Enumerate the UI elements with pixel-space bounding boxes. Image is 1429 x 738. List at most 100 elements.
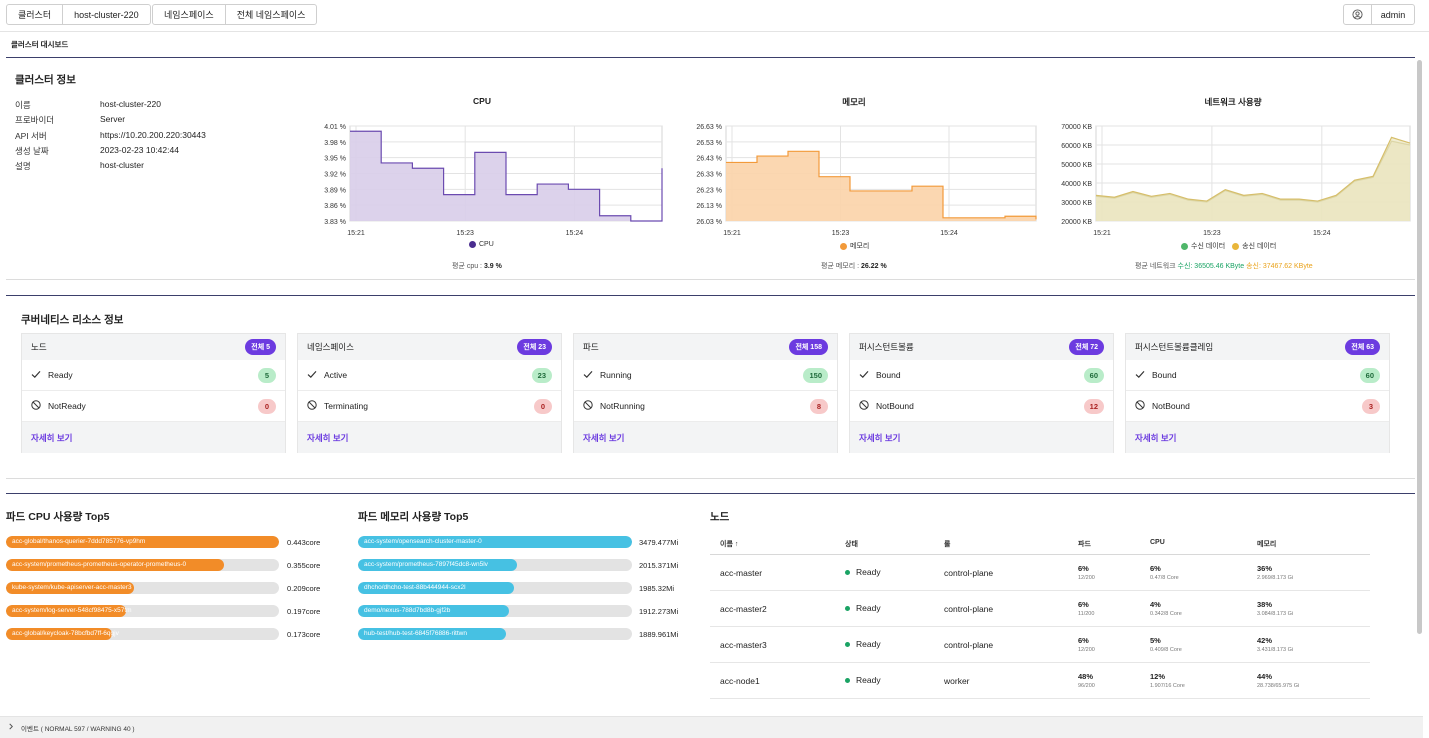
node-memory-usage: 44% 28.738/65.975 Gi	[1257, 672, 1300, 689]
bad-row: NotRunning 8	[574, 391, 837, 422]
series-area	[1096, 137, 1410, 221]
y-tick-label: 26.13 %	[696, 203, 722, 210]
cpu-top5-pod-name: acc-global/keycloak-78bcfbd7ff-6qgjv	[12, 630, 119, 637]
y-tick-label: 3.92 %	[324, 172, 346, 179]
node-role: control-plane	[944, 568, 994, 578]
cluster-selector[interactable]: 클러스터 host-cluster-220	[6, 4, 151, 25]
info-row-api-server: API 서버 https://10.20.200.220:30443	[15, 130, 206, 141]
col-header-memory[interactable]: 메모리	[1257, 539, 1276, 549]
cluster-value[interactable]: host-cluster-220	[62, 5, 150, 24]
node-name[interactable]: acc-master2	[720, 604, 767, 614]
block-icon	[307, 400, 317, 412]
total-badge: 전체 63	[1345, 339, 1380, 355]
table-row[interactable]: acc-node1 Ready worker 48% 96/200 12% 1.907/16…	[710, 663, 1370, 699]
network-legend: 수신 데이터 송신 데이터	[1181, 241, 1276, 251]
page-title: 클러스터 대시보드	[11, 40, 69, 49]
col-header-role[interactable]: 롤	[944, 539, 950, 549]
cpu-top5-bar[interactable]: kube-system/kube-apiserver-acc-master3	[6, 582, 279, 594]
y-tick-label: 60000 KB	[1061, 143, 1092, 150]
node-pod-usage: 6% 12/200	[1078, 636, 1095, 653]
x-tick-label: 15:21	[723, 230, 741, 237]
divider	[6, 279, 1415, 280]
scrollbar[interactable]	[1417, 60, 1422, 634]
col-header-name[interactable]: 이름 ↑	[720, 539, 738, 549]
table-row[interactable]: acc-master2 Ready control-plane 6% 11/200 4% 0…	[710, 591, 1370, 627]
namespace-selector[interactable]: 네임스페이스 전체 네임스페이스	[152, 4, 318, 25]
cluster-label: 클러스터	[18, 10, 52, 20]
section-divider	[6, 57, 1415, 58]
y-tick-label: 3.98 %	[324, 140, 346, 147]
bad-row: Terminating 0	[298, 391, 561, 422]
cpu-top5-bar[interactable]: acc-global/keycloak-78bcfbd7ff-6qgjv	[6, 628, 279, 640]
check-icon	[1135, 370, 1145, 381]
k8s-resource-title: 쿠버네티스 리소스 정보	[21, 314, 124, 326]
block-icon	[31, 400, 41, 412]
mem-top5-value: 3479.477Mi	[639, 538, 679, 547]
y-tick-label: 30000 KB	[1061, 200, 1092, 207]
mem-top5-bar[interactable]: acc-system/opensearch-cluster-master-0	[358, 536, 632, 548]
y-tick-label: 4.01 %	[324, 124, 346, 131]
card-title: 네임스페이스	[307, 342, 354, 352]
memory-average: 평균 메모리 : 26.22 %	[821, 263, 887, 270]
cpu-top5-bar[interactable]: acc-system/log-server-548cf98475-x57tm	[6, 605, 279, 617]
ok-count-badge: 150	[803, 367, 828, 383]
col-header-pod[interactable]: 파드	[1078, 539, 1091, 549]
detail-link[interactable]: 자세히 보기	[850, 422, 1113, 453]
y-tick-label: 70000 KB	[1061, 124, 1092, 131]
status-dot	[845, 606, 850, 612]
node-role: control-plane	[944, 640, 994, 650]
mem-top5-bar[interactable]: dhcho/dhcho-test-88b444944-scx2l	[358, 582, 632, 594]
detail-link[interactable]: 자세히 보기	[298, 422, 561, 453]
bad-count-badge: 12	[1083, 398, 1104, 414]
node-pod-usage: 6% 12/200	[1078, 564, 1095, 581]
mem-top5-bar[interactable]: demo/nexus-788d7bd8b-gjf2b	[358, 605, 632, 617]
ok-count-badge: 60	[1083, 367, 1104, 383]
node-status: Ready	[845, 639, 881, 649]
col-header-cpu[interactable]: CPU	[1150, 539, 1165, 546]
memory-chart: 26.63 % 26.53 % 26.43 % 26.33 % 26.23 % 26.13…	[696, 124, 1037, 237]
detail-link[interactable]: 자세히 보기	[574, 422, 837, 453]
detail-link[interactable]: 자세히 보기	[22, 422, 285, 453]
node-name[interactable]: acc-master3	[720, 640, 767, 650]
cpu-top5-bar[interactable]: acc-system/prometheus-prometheus-operato…	[6, 559, 279, 571]
namespace-value[interactable]: 전체 네임스페이스	[224, 5, 317, 24]
user-menu-button[interactable]: admin	[1343, 4, 1415, 25]
node-status: Ready	[845, 603, 881, 613]
table-row[interactable]: acc-master3 Ready control-plane 6% 12/200 5% 0…	[710, 627, 1370, 663]
chevron-right-icon[interactable]	[8, 723, 14, 732]
node-role: worker	[944, 676, 970, 686]
node-cpu-usage: 6% 0.47/8 Core	[1150, 564, 1179, 581]
resource-card: 퍼시스턴트볼륨 전체 72 Bound 60 NotBound 12 자세히 보기	[849, 333, 1114, 453]
node-status: Ready	[845, 675, 881, 685]
ok-row: Ready 5	[22, 360, 285, 391]
node-name[interactable]: acc-master	[720, 568, 762, 578]
events-bar[interactable]: 이벤트 ( NORMAL 597 / WARNING 40 )	[0, 716, 1423, 738]
mem-top5-bar[interactable]: hub-test/hub-test-6845f76886-rittwn	[358, 628, 632, 640]
resource-card: 파드 전체 158 Running 150 NotRunning 8 자세히 보기	[573, 333, 838, 453]
total-badge: 전체 23	[517, 339, 552, 355]
mem-top5-bar[interactable]: acc-system/prometheus-7897f45dc8-wn5lv	[358, 559, 632, 571]
bad-count-badge: 8	[810, 398, 828, 414]
cpu-top5-pod-name: acc-system/prometheus-prometheus-operato…	[12, 561, 187, 568]
detail-link[interactable]: 자세히 보기	[1126, 422, 1389, 453]
check-icon	[307, 370, 317, 381]
node-name[interactable]: acc-node1	[720, 676, 760, 686]
card-header: 네임스페이스 전체 23	[298, 334, 561, 360]
ok-label: Ready	[48, 370, 73, 380]
node-cpu-usage: 12% 1.907/16 Core	[1150, 672, 1185, 689]
y-tick-label: 26.43 %	[696, 156, 722, 163]
table-row[interactable]: acc-master Ready control-plane 6% 12/200 6% 0.…	[710, 555, 1370, 591]
x-tick-label: 15:24	[940, 230, 958, 237]
y-tick-label: 3.95 %	[324, 156, 346, 163]
status-dot	[845, 570, 850, 576]
y-tick-label: 3.89 %	[324, 187, 346, 194]
col-header-status[interactable]: 상태	[845, 539, 858, 549]
card-header: 퍼시스턴트볼륨 전체 72	[850, 334, 1113, 360]
cpu-top5-bar[interactable]: acc-global/thanos-querier-7ddd785776-vp9…	[6, 536, 279, 548]
bad-count-badge: 0	[258, 398, 276, 414]
ok-label: Bound	[1152, 370, 1177, 380]
node-memory-usage: 36% 2.969/8.173 Gi	[1257, 564, 1294, 581]
series-area	[726, 151, 1036, 221]
mem-top5-pod-name: demo/nexus-788d7bd8b-gjf2b	[364, 607, 451, 614]
x-tick-label: 15:21	[1093, 230, 1111, 237]
